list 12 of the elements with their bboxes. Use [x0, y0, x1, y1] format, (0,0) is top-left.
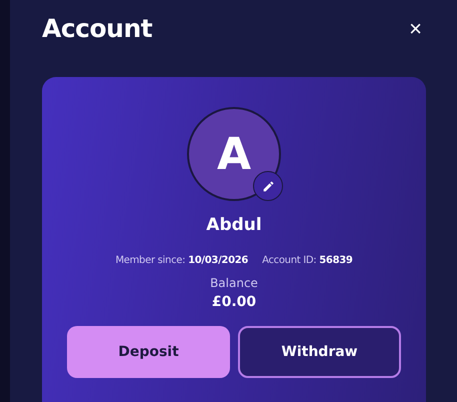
deposit-button[interactable]: Deposit — [67, 326, 230, 378]
member-since: Member since: 10/03/2026 — [115, 255, 248, 266]
close-button[interactable]: × — [405, 18, 426, 40]
edit-button[interactable] — [253, 171, 283, 201]
panel-title: Account — [42, 14, 152, 43]
balance-label: Balance — [210, 276, 258, 290]
withdraw-button[interactable]: Withdraw — [238, 326, 401, 378]
avatar-initial: A — [216, 128, 252, 180]
user-name: Abdul — [206, 215, 262, 235]
account-id: Account ID: 56839 — [262, 255, 353, 266]
balance-amount: £0.00 — [212, 294, 256, 310]
pencil-icon — [262, 180, 274, 192]
